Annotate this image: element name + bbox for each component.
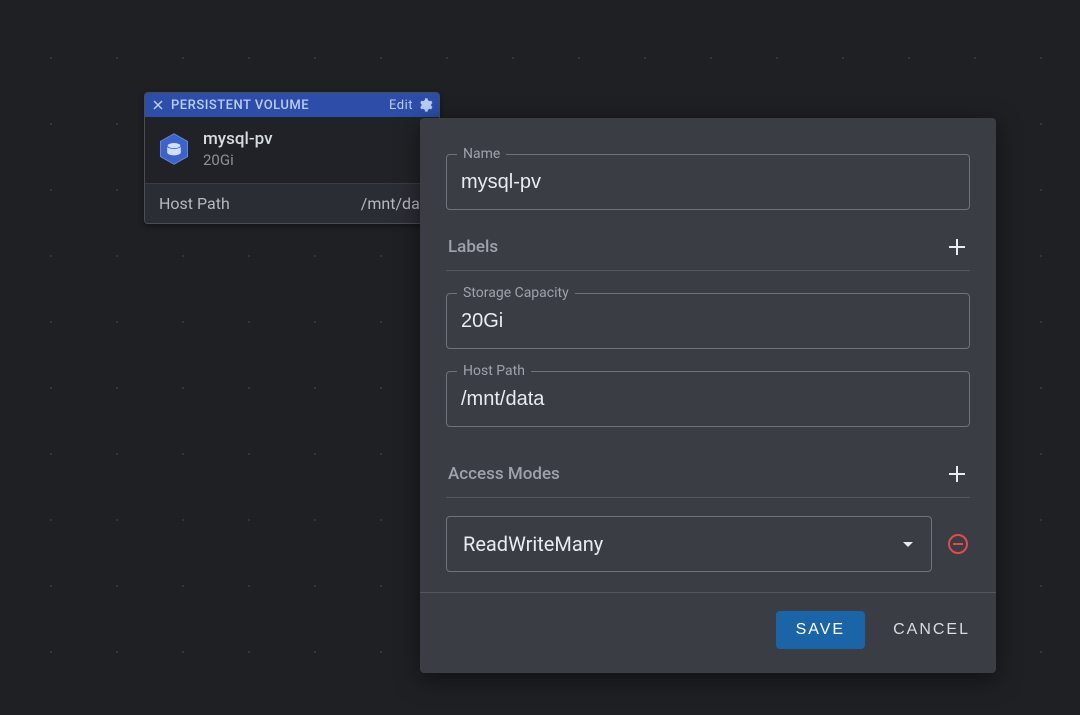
gear-icon[interactable]	[417, 97, 433, 113]
labels-section-title: Labels	[448, 237, 498, 257]
add-label-button[interactable]	[946, 236, 968, 258]
close-icon[interactable]	[151, 98, 165, 112]
pv-size: 20Gi	[203, 151, 273, 169]
access-modes-section: Access Modes	[446, 459, 970, 498]
pv-card-body: mysql-pv 20Gi	[145, 117, 439, 183]
access-mode-row: ReadWriteMany	[446, 516, 970, 572]
access-mode-value: ReadWriteMany	[463, 532, 603, 556]
panel-footer: SAVE CANCEL	[420, 592, 996, 673]
hostpath-input[interactable]	[461, 372, 955, 426]
pv-card-header: PERSISTENT VOLUME Edit	[145, 93, 439, 117]
cancel-button[interactable]: CANCEL	[893, 621, 970, 639]
storage-input[interactable]	[461, 294, 955, 348]
name-field-label: Name	[457, 146, 506, 162]
edit-link[interactable]: Edit	[389, 98, 413, 113]
storage-field: Storage Capacity	[446, 293, 970, 349]
save-button[interactable]: SAVE	[776, 611, 866, 649]
pv-hostpath-row: Host Path /mnt/dat	[145, 183, 439, 223]
pv-name: mysql-pv	[203, 129, 273, 149]
access-modes-title: Access Modes	[448, 464, 560, 484]
storage-field-label: Storage Capacity	[457, 285, 575, 301]
add-access-mode-button[interactable]	[946, 463, 968, 485]
pv-card: PERSISTENT VOLUME Edit mysql-pv 20Gi Hos…	[144, 92, 440, 224]
edit-panel: Name Labels Storage Capacity Host Path A…	[420, 118, 996, 673]
remove-access-mode-button[interactable]	[946, 532, 970, 556]
name-field: Name	[446, 154, 970, 210]
chevron-down-icon	[901, 532, 915, 556]
hostpath-label: Host Path	[159, 194, 230, 213]
hostpath-field: Host Path	[446, 371, 970, 427]
name-input[interactable]	[461, 155, 955, 209]
hostpath-value: /mnt/dat	[361, 194, 425, 213]
access-mode-select[interactable]: ReadWriteMany	[446, 516, 932, 572]
pv-card-type-label: PERSISTENT VOLUME	[171, 98, 309, 113]
hostpath-field-label: Host Path	[457, 363, 531, 379]
labels-section: Labels	[446, 232, 970, 271]
volume-icon	[157, 132, 191, 166]
